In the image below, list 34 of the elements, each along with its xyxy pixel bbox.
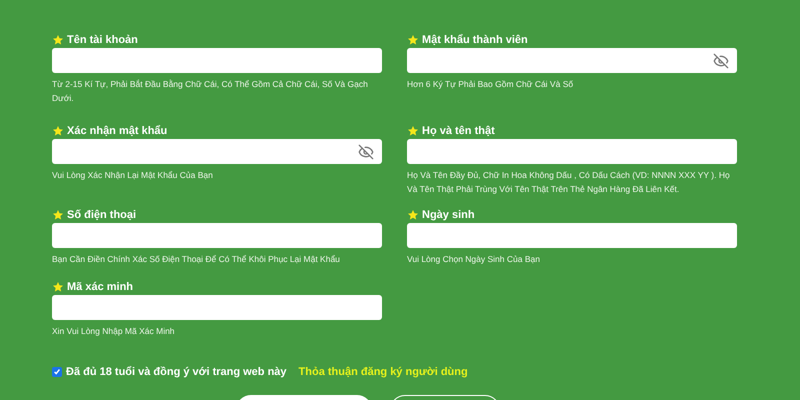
field-hint: Từ 2-15 Kí Tự, Phải Bắt Đầu Bằng Chữ Cái, Có Thể Gồm Cả Chữ Cái, Số Và Gạch Dưới. bbox=[52, 78, 369, 105]
field-label: Ngày sinh bbox=[422, 208, 475, 223]
field-label: Tên tài khoản bbox=[67, 32, 138, 48]
star-icon bbox=[52, 125, 64, 137]
star-icon bbox=[407, 125, 419, 137]
field-hint: Hơn 6 Ký Tự Phải Bao Gồm Chữ Cái Và Số bbox=[407, 78, 574, 91]
input-field[interactable] bbox=[52, 139, 382, 164]
input-field[interactable] bbox=[52, 48, 382, 73]
star-icon bbox=[52, 209, 64, 221]
field-label: Xác nhận mật khẩu bbox=[67, 124, 168, 139]
field-hint: Vui Lòng Chọn Ngày Sinh Của Bạn bbox=[407, 253, 541, 266]
star-icon bbox=[52, 281, 64, 293]
input-field[interactable] bbox=[52, 295, 382, 320]
checkbox[interactable] bbox=[52, 367, 62, 378]
input-field[interactable] bbox=[52, 223, 382, 248]
star-icon bbox=[407, 34, 419, 46]
field-label: Mật khẩu thành viên bbox=[422, 32, 528, 48]
check-icon bbox=[53, 368, 61, 376]
field-hint: Vui Lòng Xác Nhận Lại Mật Khẩu Của Bạn bbox=[52, 169, 214, 182]
input-field[interactable] bbox=[407, 223, 737, 248]
input-field[interactable] bbox=[407, 48, 737, 73]
agreement-link[interactable]: Thỏa thuận đăng ký người dùng bbox=[298, 364, 468, 380]
input-field[interactable] bbox=[407, 139, 737, 164]
eye-off-icon[interactable] bbox=[713, 52, 729, 68]
field-hint: Xin Vui Lòng Nhập Mã Xác Minh bbox=[52, 325, 176, 338]
field-label: Số điện thoại bbox=[67, 208, 136, 223]
field-hint: Bạn Cần Điền Chính Xác Số Điện Thoại Để Có Thể Khôi Phục Lại Mật Khẩu bbox=[52, 253, 341, 266]
star-icon bbox=[407, 209, 419, 221]
star-icon bbox=[52, 34, 64, 46]
eye-off-icon[interactable] bbox=[358, 144, 374, 160]
field-label: Mã xác minh bbox=[67, 280, 134, 295]
agreement-text: Đã đủ 18 tuổi và đồng ý với trang web này bbox=[66, 365, 287, 380]
field-hint: Họ Và Tên Đầy Đủ, Chữ In Hoa Không Dấu , Có Dấu Cách (VD: NNNN XXX YY ). Họ Và Tên Thật Phải Trùng Với Tên Thật Trên Thẻ Ngân Hàng Đã Liên Kết. bbox=[407, 169, 731, 196]
field-label: Họ và tên thật bbox=[422, 124, 495, 139]
